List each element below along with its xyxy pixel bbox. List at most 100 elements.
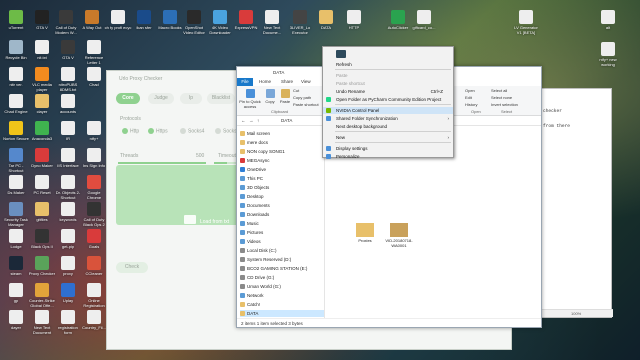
desktop-icon[interactable]: PC Reset bbox=[28, 175, 56, 195]
tab-share[interactable]: Share bbox=[281, 79, 293, 84]
desktop-icon[interactable]: accounts bbox=[54, 94, 82, 114]
nav-item[interactable]: NON copy SONG1 bbox=[240, 148, 324, 155]
tab-ip[interactable]: Ip bbox=[180, 93, 202, 104]
desktop-icon[interactable]: dayer bbox=[2, 310, 30, 330]
context-menu-item[interactable]: Open Folder as PyCharm Community Edition… bbox=[323, 96, 453, 103]
nav-item[interactable]: Music bbox=[240, 220, 324, 227]
pin-button[interactable]: Pin to Quick access bbox=[239, 89, 261, 109]
desktop-icon[interactable]: Uplay bbox=[54, 283, 82, 303]
timeout-slider[interactable] bbox=[214, 162, 236, 164]
nav-item[interactable]: Pictures bbox=[240, 229, 324, 236]
desktop-icon[interactable]: ntfy+ new working bbox=[594, 42, 622, 67]
invert-selection-button[interactable]: Invert selection bbox=[491, 102, 518, 107]
context-menu-item[interactable]: Paste shortcut bbox=[323, 80, 453, 87]
nav-item[interactable]: 3D Objects bbox=[240, 184, 324, 191]
desktop-icon[interactable]: Chad bbox=[80, 67, 108, 87]
nav-item[interactable]: CD Drive (G:) bbox=[240, 274, 324, 281]
desktop-icon[interactable]: ntfy+ bbox=[80, 121, 108, 141]
nav-item[interactable]: Videos bbox=[240, 238, 324, 245]
copy-path-button[interactable]: Copy path bbox=[293, 95, 311, 100]
desktop-icon[interactable]: steam bbox=[2, 256, 30, 276]
desktop-icon[interactable]: Tar PC - Shortcut bbox=[2, 148, 30, 173]
desktop-icon[interactable]: alt bbox=[594, 10, 622, 30]
edit-button[interactable]: Edit bbox=[465, 95, 472, 100]
file-item[interactable]: VID-20180718-WA0001 bbox=[384, 223, 414, 248]
desktop-icon[interactable]: Call of Duty Black Ops 2 bbox=[80, 202, 108, 227]
context-menu-item[interactable]: Undo Rename Ctrl+Z bbox=[323, 88, 453, 95]
threads-slider[interactable] bbox=[118, 162, 206, 164]
paste-shortcut-button[interactable]: Paste shortcut bbox=[293, 102, 319, 107]
desktop-icon[interactable]: Chad Engine bbox=[2, 94, 30, 114]
desktop-icon[interactable]: 4K Video Downloader bbox=[206, 10, 234, 35]
desktop-icon[interactable]: Reference Letter 1 bbox=[80, 40, 108, 65]
nav-item[interactable]: BCO2 GAMING STATION (E:) bbox=[240, 265, 324, 272]
desktop-icon[interactable]: DATA bbox=[312, 10, 340, 30]
tab-blacklist[interactable]: Blacklist bbox=[207, 93, 235, 104]
paste-button[interactable]: Paste bbox=[278, 89, 292, 104]
nav-item[interactable]: DATA bbox=[240, 310, 324, 317]
desktop-icon[interactable]: GTA V bbox=[54, 40, 82, 60]
desktop-icon[interactable]: get-pip bbox=[54, 229, 82, 249]
desktop-icon[interactable]: Security Task Manager bbox=[2, 202, 30, 227]
desktop-icon[interactable]: LV Generator V1 [BETA] bbox=[512, 10, 540, 35]
desktop-icon[interactable]: Goals bbox=[80, 229, 108, 249]
desktop-icon[interactable]: Call of Duty Modern W... bbox=[52, 10, 80, 35]
context-menu-item[interactable]: NVIDIA Control Panel bbox=[323, 107, 453, 114]
context-menu-item[interactable]: Shared Folder Synchronization › bbox=[323, 115, 453, 122]
desktop-icon[interactable]: nitr ver. bbox=[2, 67, 30, 87]
tab-view[interactable]: View bbox=[301, 79, 311, 84]
desktop-icon[interactable]: AutoClicker bbox=[384, 10, 412, 30]
tab-file[interactable]: File bbox=[237, 78, 253, 86]
protocol-https-checkbox[interactable]: Https bbox=[148, 128, 168, 134]
nav-item[interactable]: Mail screen bbox=[240, 130, 324, 137]
nav-item[interactable]: OneDrive bbox=[240, 166, 324, 173]
nav-item[interactable]: Network bbox=[240, 292, 324, 299]
desktop-icon[interactable]: HTTP bbox=[340, 10, 368, 30]
desktop-icon[interactable]: Online Registration bbox=[80, 283, 108, 308]
desktop-icon[interactable]: 3LIVER_Lo Executor bbox=[286, 10, 314, 35]
file-item[interactable]: Proxies bbox=[352, 223, 378, 243]
desktop-icon[interactable]: Google Chrome bbox=[80, 175, 108, 200]
context-menu-item[interactable]: Personalize bbox=[323, 153, 453, 160]
protocol-http-checkbox[interactable]: Http bbox=[122, 128, 139, 134]
desktop-icon[interactable]: uTorrent bbox=[2, 10, 30, 30]
desktop-icon[interactable]: Proxy Checker bbox=[28, 256, 56, 276]
nav-item[interactable]: Uman World (G:) bbox=[240, 283, 324, 290]
desktop-icon[interactable]: VLC media player bbox=[28, 67, 56, 92]
desktop-icon[interactable]: gp bbox=[2, 283, 30, 303]
forward-arrow-icon[interactable]: → bbox=[249, 118, 254, 123]
cut-button[interactable]: Cut bbox=[293, 88, 299, 93]
nav-item[interactable]: mere docs bbox=[240, 139, 324, 146]
desktop-icon[interactable]: proxy bbox=[54, 256, 82, 276]
back-arrow-icon[interactable]: ← bbox=[241, 118, 246, 123]
desktop-icon[interactable]: Lodge bbox=[2, 229, 30, 249]
nav-item[interactable]: Desktop bbox=[240, 193, 324, 200]
nav-item[interactable]: This PC bbox=[240, 175, 324, 182]
desktop-icon[interactable]: Dr. Objects 2-Shortcut bbox=[54, 175, 82, 200]
desktop-icon[interactable]: Country_Fil... bbox=[80, 310, 108, 330]
context-menu-item[interactable]: Paste bbox=[323, 72, 453, 79]
desktop-icon[interactable]: registration form bbox=[54, 310, 82, 335]
context-menu-item[interactable]: Next desktop background bbox=[323, 123, 453, 130]
desktop-icon[interactable]: A Way Out bbox=[78, 10, 106, 30]
desktop-icon[interactable]: giftcard_co... bbox=[410, 10, 438, 30]
desktop-icon[interactable]: Ins Sign Info bbox=[80, 148, 108, 168]
desktop-icon[interactable]: clayer bbox=[28, 94, 56, 114]
nav-item[interactable]: Downloads bbox=[240, 211, 324, 218]
desktop-icon[interactable]: OpenShot Video Editor bbox=[180, 10, 208, 35]
tab-core[interactable]: Core bbox=[116, 93, 140, 104]
tab-home[interactable]: Home bbox=[259, 79, 271, 84]
context-menu-item[interactable]: Refresh bbox=[323, 61, 453, 68]
open-button[interactable]: Open bbox=[465, 88, 475, 93]
context-menu-item[interactable]: New › bbox=[323, 134, 453, 141]
select-all-button[interactable]: Select all bbox=[491, 88, 507, 93]
desktop-icon[interactable]: Anaconda3 bbox=[28, 121, 56, 141]
protocol-socks4-checkbox[interactable]: Socks4 bbox=[180, 128, 204, 134]
desktop-icon[interactable]: ikan sfer bbox=[130, 10, 158, 30]
desktop-icon[interactable]: New Text Docume... bbox=[258, 10, 286, 35]
tab-judge[interactable]: Judge bbox=[148, 93, 174, 104]
desktop-icon[interactable]: gitfiles bbox=[28, 202, 56, 222]
desktop-icon[interactable]: IIS Interface bbox=[54, 148, 82, 168]
desktop-icon[interactable]: New Text Document bbox=[28, 310, 56, 335]
desktop-icon[interactable]: Counter-Strike Global Offe... bbox=[28, 283, 56, 308]
